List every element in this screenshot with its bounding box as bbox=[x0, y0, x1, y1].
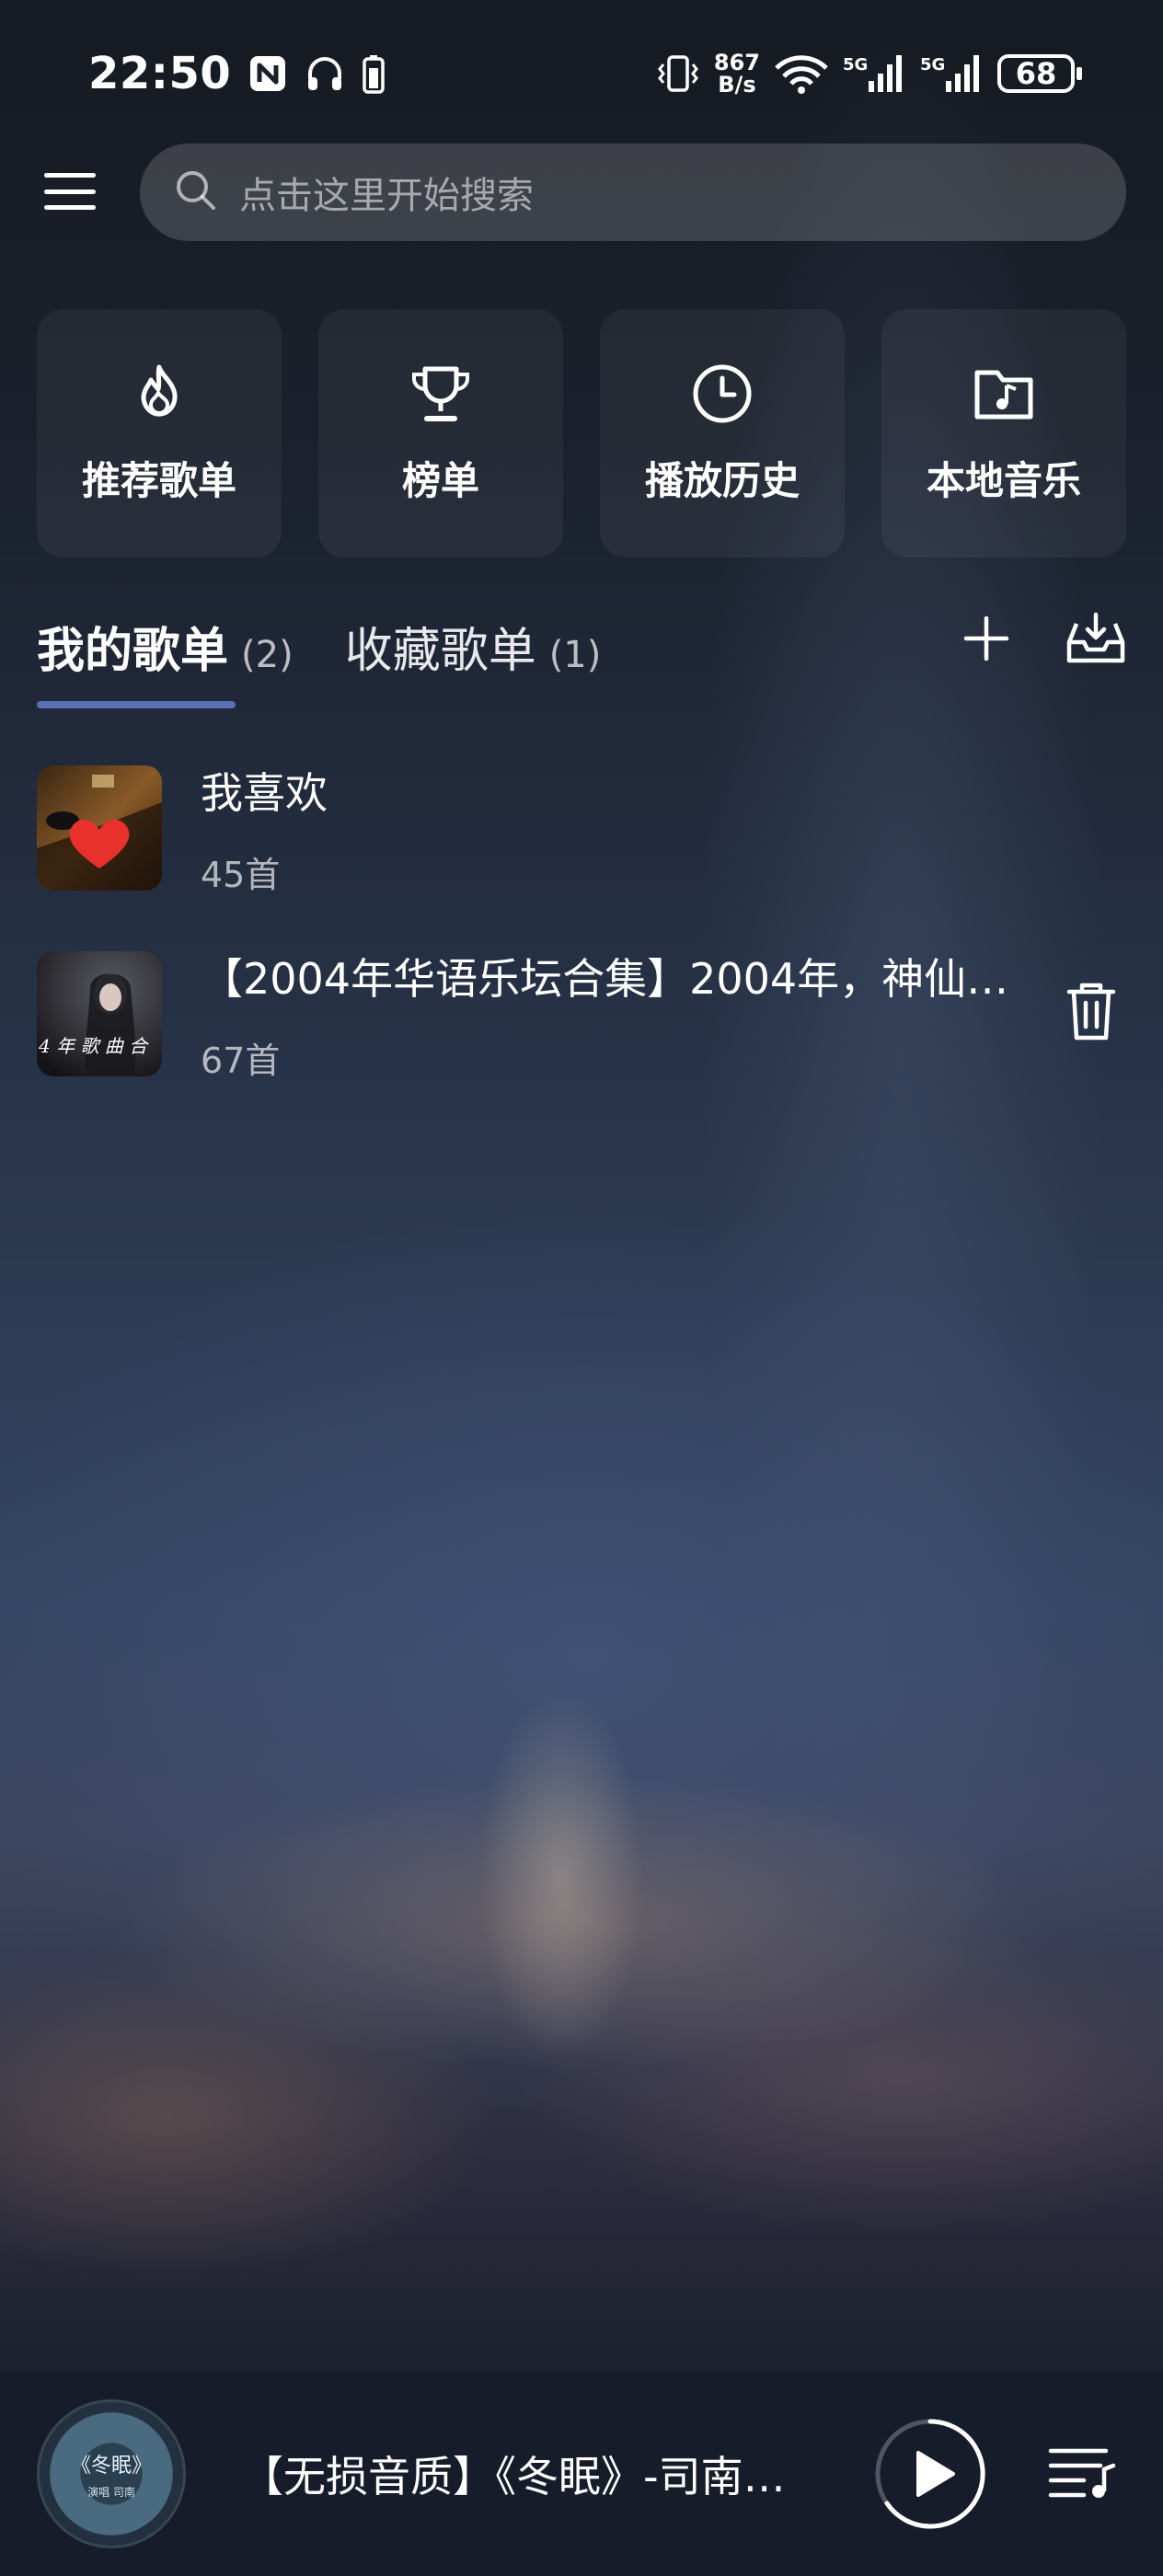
search-placeholder: 点击这里开始搜索 bbox=[239, 175, 534, 217]
signal-icon: 5G bbox=[843, 53, 907, 94]
playlist-item[interactable]: 我喜欢 45首 bbox=[37, 765, 1126, 895]
playlist-cover: 4 年 歌 曲 合 bbox=[37, 951, 162, 1076]
tile-play-history[interactable]: 播放历史 bbox=[600, 309, 845, 558]
search-input[interactable]: 点击这里开始搜索 bbox=[140, 144, 1126, 241]
playlist-tabs: 我的歌单 (2) 收藏歌单 (1) bbox=[37, 616, 601, 708]
disc-subtitle: 演唱 司南 bbox=[87, 2485, 135, 2499]
battery-level: 68 bbox=[1015, 56, 1057, 91]
battery-indicator: 68 bbox=[997, 54, 1082, 93]
menu-button[interactable] bbox=[37, 166, 103, 217]
tab-count: (2) bbox=[241, 634, 294, 676]
tile-label: 本地音乐 bbox=[926, 457, 1081, 503]
search-icon bbox=[173, 167, 219, 217]
playlist-song-count: 45首 bbox=[201, 854, 281, 895]
menu-icon-line bbox=[44, 189, 96, 194]
playlist-queue-button[interactable] bbox=[1047, 2445, 1117, 2504]
album-art-disc[interactable]: 《冬眠》 演唱 司南 bbox=[37, 2399, 186, 2548]
nfc-icon bbox=[248, 53, 288, 94]
headphones-icon bbox=[305, 53, 345, 94]
add-playlist-button[interactable] bbox=[959, 611, 1014, 670]
playlist-name: 我喜欢 bbox=[201, 767, 328, 818]
music-folder-icon bbox=[972, 362, 1036, 430]
play-button[interactable] bbox=[874, 2418, 986, 2530]
tab-count: (1) bbox=[548, 634, 602, 676]
flame-icon bbox=[127, 362, 191, 430]
network-speed: 867 B/s bbox=[714, 52, 760, 96]
tile-charts[interactable]: 榜单 bbox=[318, 309, 563, 558]
wifi-icon bbox=[773, 53, 830, 94]
tab-actions bbox=[959, 611, 1126, 670]
playlist-item[interactable]: 4 年 歌 曲 合 【2004年华语乐坛合集】2004年，神仙… 67首 bbox=[37, 951, 1126, 1081]
net-speed-value: 867 bbox=[713, 50, 760, 75]
now-playing-title: 【无损音质】《冬眠》-司南… bbox=[241, 2452, 786, 2501]
tab-active-indicator bbox=[37, 701, 236, 708]
trophy-icon bbox=[409, 362, 473, 430]
tab-label: 我的歌单 bbox=[37, 624, 229, 679]
menu-icon-line bbox=[44, 205, 96, 210]
disc-title: 《冬眠》 bbox=[70, 2454, 152, 2478]
cover-text: 4 年 歌 曲 合 bbox=[38, 1035, 149, 1057]
playlist-name: 【2004年华语乐坛合集】2004年，神仙… bbox=[201, 953, 1009, 1004]
tab-label: 收藏歌单 bbox=[344, 624, 536, 679]
import-playlist-button[interactable] bbox=[1065, 611, 1126, 670]
signal1-label: 5G bbox=[843, 55, 868, 75]
battery-small-icon bbox=[362, 53, 386, 94]
playlist-cover bbox=[37, 765, 162, 891]
tab-my-playlists[interactable]: 我的歌单 (2) bbox=[37, 612, 294, 708]
vibrate-icon bbox=[655, 53, 701, 94]
tab-collected-playlists[interactable]: 收藏歌单 (1) bbox=[345, 612, 602, 708]
menu-icon-line bbox=[44, 173, 96, 178]
playlist-song-count: 67首 bbox=[201, 1040, 281, 1081]
signal2-label: 5G bbox=[920, 55, 945, 75]
clock-icon bbox=[690, 362, 754, 430]
tile-recommended-playlists[interactable]: 推荐歌单 bbox=[37, 309, 282, 558]
tile-label: 播放历史 bbox=[644, 457, 800, 503]
net-speed-unit: B/s bbox=[718, 72, 756, 98]
tile-label: 榜单 bbox=[401, 457, 479, 503]
delete-playlist-button[interactable] bbox=[1065, 981, 1117, 1047]
tile-local-music[interactable]: 本地音乐 bbox=[881, 309, 1126, 558]
signal-icon: 5G bbox=[920, 53, 985, 94]
status-bar: 22:50 867 B/s 5G 5G 68 bbox=[0, 37, 1163, 110]
tile-label: 推荐歌单 bbox=[81, 457, 236, 503]
quick-tiles: 推荐歌单 榜单 播放历史 本地音乐 bbox=[37, 309, 1126, 558]
status-time: 22:50 bbox=[88, 48, 232, 99]
mini-player[interactable]: 《冬眠》 演唱 司南 【无损音质】《冬眠》-司南… bbox=[0, 2372, 1163, 2576]
